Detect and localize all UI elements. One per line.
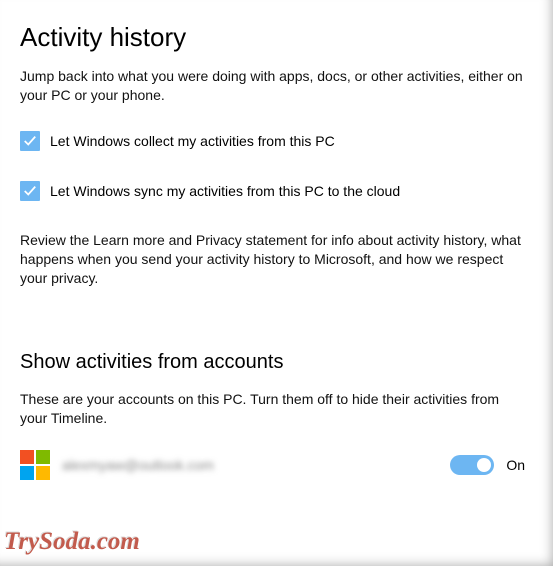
account-toggle-group: On [450,455,525,475]
account-row: alexmyaw@outlook.com On [20,450,525,480]
accounts-title: Show activities from accounts [20,351,525,374]
checkbox-icon[interactable] [20,181,40,201]
checkbox-sync-activities[interactable]: Let Windows sync my activities from this… [20,181,525,201]
watermark-text: TrySoda.com [4,528,140,556]
review-statement: Review the Learn more and Privacy statem… [20,231,525,288]
account-toggle[interactable] [450,455,494,475]
checkbox-icon[interactable] [20,131,40,151]
checkbox-label: Let Windows sync my activities from this… [50,183,400,199]
checkbox-collect-activities[interactable]: Let Windows collect my activities from t… [20,131,525,151]
page-description: Jump back into what you were doing with … [20,67,525,105]
page-title: Activity history [20,22,525,53]
accounts-description: These are your accounts on this PC. Turn… [20,390,525,428]
toggle-state-label: On [506,457,525,473]
toggle-knob [477,458,491,472]
checkbox-label: Let Windows collect my activities from t… [50,133,335,149]
microsoft-logo-icon [20,450,50,480]
account-email: alexmyaw@outlook.com [62,457,438,473]
activity-history-settings: Activity history Jump back into what you… [0,0,553,480]
